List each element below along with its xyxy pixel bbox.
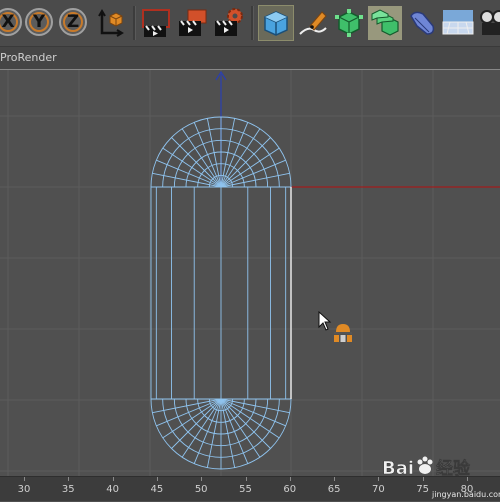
subdivision-surface-icon <box>335 9 363 37</box>
cloner-button[interactable] <box>368 6 402 40</box>
render-settings-button[interactable] <box>212 6 246 40</box>
pen-spline-icon <box>299 11 327 35</box>
front-viewport[interactable] <box>0 70 500 476</box>
scene-camera-button[interactable] <box>477 6 500 40</box>
ruler-tick <box>289 477 291 481</box>
world-coordinates-button[interactable] <box>94 6 128 40</box>
world-coordinates-icon <box>98 9 124 37</box>
axis-x-label: X <box>1 12 15 32</box>
render-settings-icon <box>215 8 243 36</box>
capsule-cap-spoke <box>220 137 271 188</box>
render-picture-viewer-button[interactable] <box>176 6 210 40</box>
ruler-tick <box>112 477 114 481</box>
watermark-suffix: 经验 <box>436 458 471 479</box>
capsule-cap-spoke <box>220 398 271 449</box>
axis-z-label: Z <box>66 12 80 32</box>
cloner-icon <box>368 6 402 40</box>
lock-z-axis-button[interactable]: Z <box>59 8 87 36</box>
ruler-tick <box>245 477 247 481</box>
render-view-button[interactable] <box>140 6 174 40</box>
watermark-url: jingyan.baidu.com <box>432 490 500 499</box>
viewport-canvas[interactable] <box>0 70 500 476</box>
watermark-brand: Bai <box>382 458 414 479</box>
ruler-tick <box>24 477 25 481</box>
main-toolbar: X Y Z <box>0 0 500 47</box>
prorender-menu[interactable]: ProRender <box>0 51 57 64</box>
viewport-grid <box>0 70 500 476</box>
toolbar-separator <box>133 6 136 40</box>
render-view-icon <box>142 9 170 37</box>
ruler-tick <box>68 477 70 481</box>
cube-primitive-button[interactable] <box>258 5 294 41</box>
render-picture-viewer-icon <box>179 9 207 36</box>
baidu-watermark: Bai 经验 jingyan.baidu.com <box>382 452 500 502</box>
capsule-cap-spoke <box>171 398 222 449</box>
deformer-button[interactable] <box>405 6 439 40</box>
ruler-label: 45 <box>150 484 164 495</box>
ruler-label: 50 <box>194 484 208 495</box>
ruler-tick <box>156 477 158 481</box>
ruler-tick <box>378 477 380 481</box>
scene-camera-icon <box>480 10 500 35</box>
axis-y-label: Y <box>32 12 46 32</box>
ruler-label: 35 <box>61 484 75 495</box>
capsule-cap-spoke <box>171 137 222 188</box>
ruler-label: 60 <box>283 484 297 495</box>
ruler-label: 30 <box>17 484 31 495</box>
capsule-wireframe[interactable] <box>150 116 292 470</box>
light-gizmo-icon[interactable] <box>333 322 353 344</box>
floor-environment-icon <box>442 10 474 35</box>
lock-x-axis-button[interactable]: X <box>0 8 22 36</box>
floor-environment-button[interactable] <box>441 6 475 40</box>
deformer-icon <box>410 11 435 35</box>
lock-y-axis-button[interactable]: Y <box>25 8 53 36</box>
pen-spline-button[interactable] <box>296 6 330 40</box>
toolbar-separator <box>251 6 254 40</box>
ruler-tick <box>334 477 336 481</box>
ruler-label: 65 <box>327 484 341 495</box>
ruler-label: 40 <box>106 484 119 495</box>
viewport-menu-bar: ProRender <box>0 47 500 70</box>
cube-primitive-icon <box>264 11 288 36</box>
mouse-pointer-icon <box>318 311 332 331</box>
ruler-label: 55 <box>239 484 252 495</box>
ruler-tick <box>201 477 203 481</box>
subdivision-surface-button[interactable] <box>332 6 366 40</box>
